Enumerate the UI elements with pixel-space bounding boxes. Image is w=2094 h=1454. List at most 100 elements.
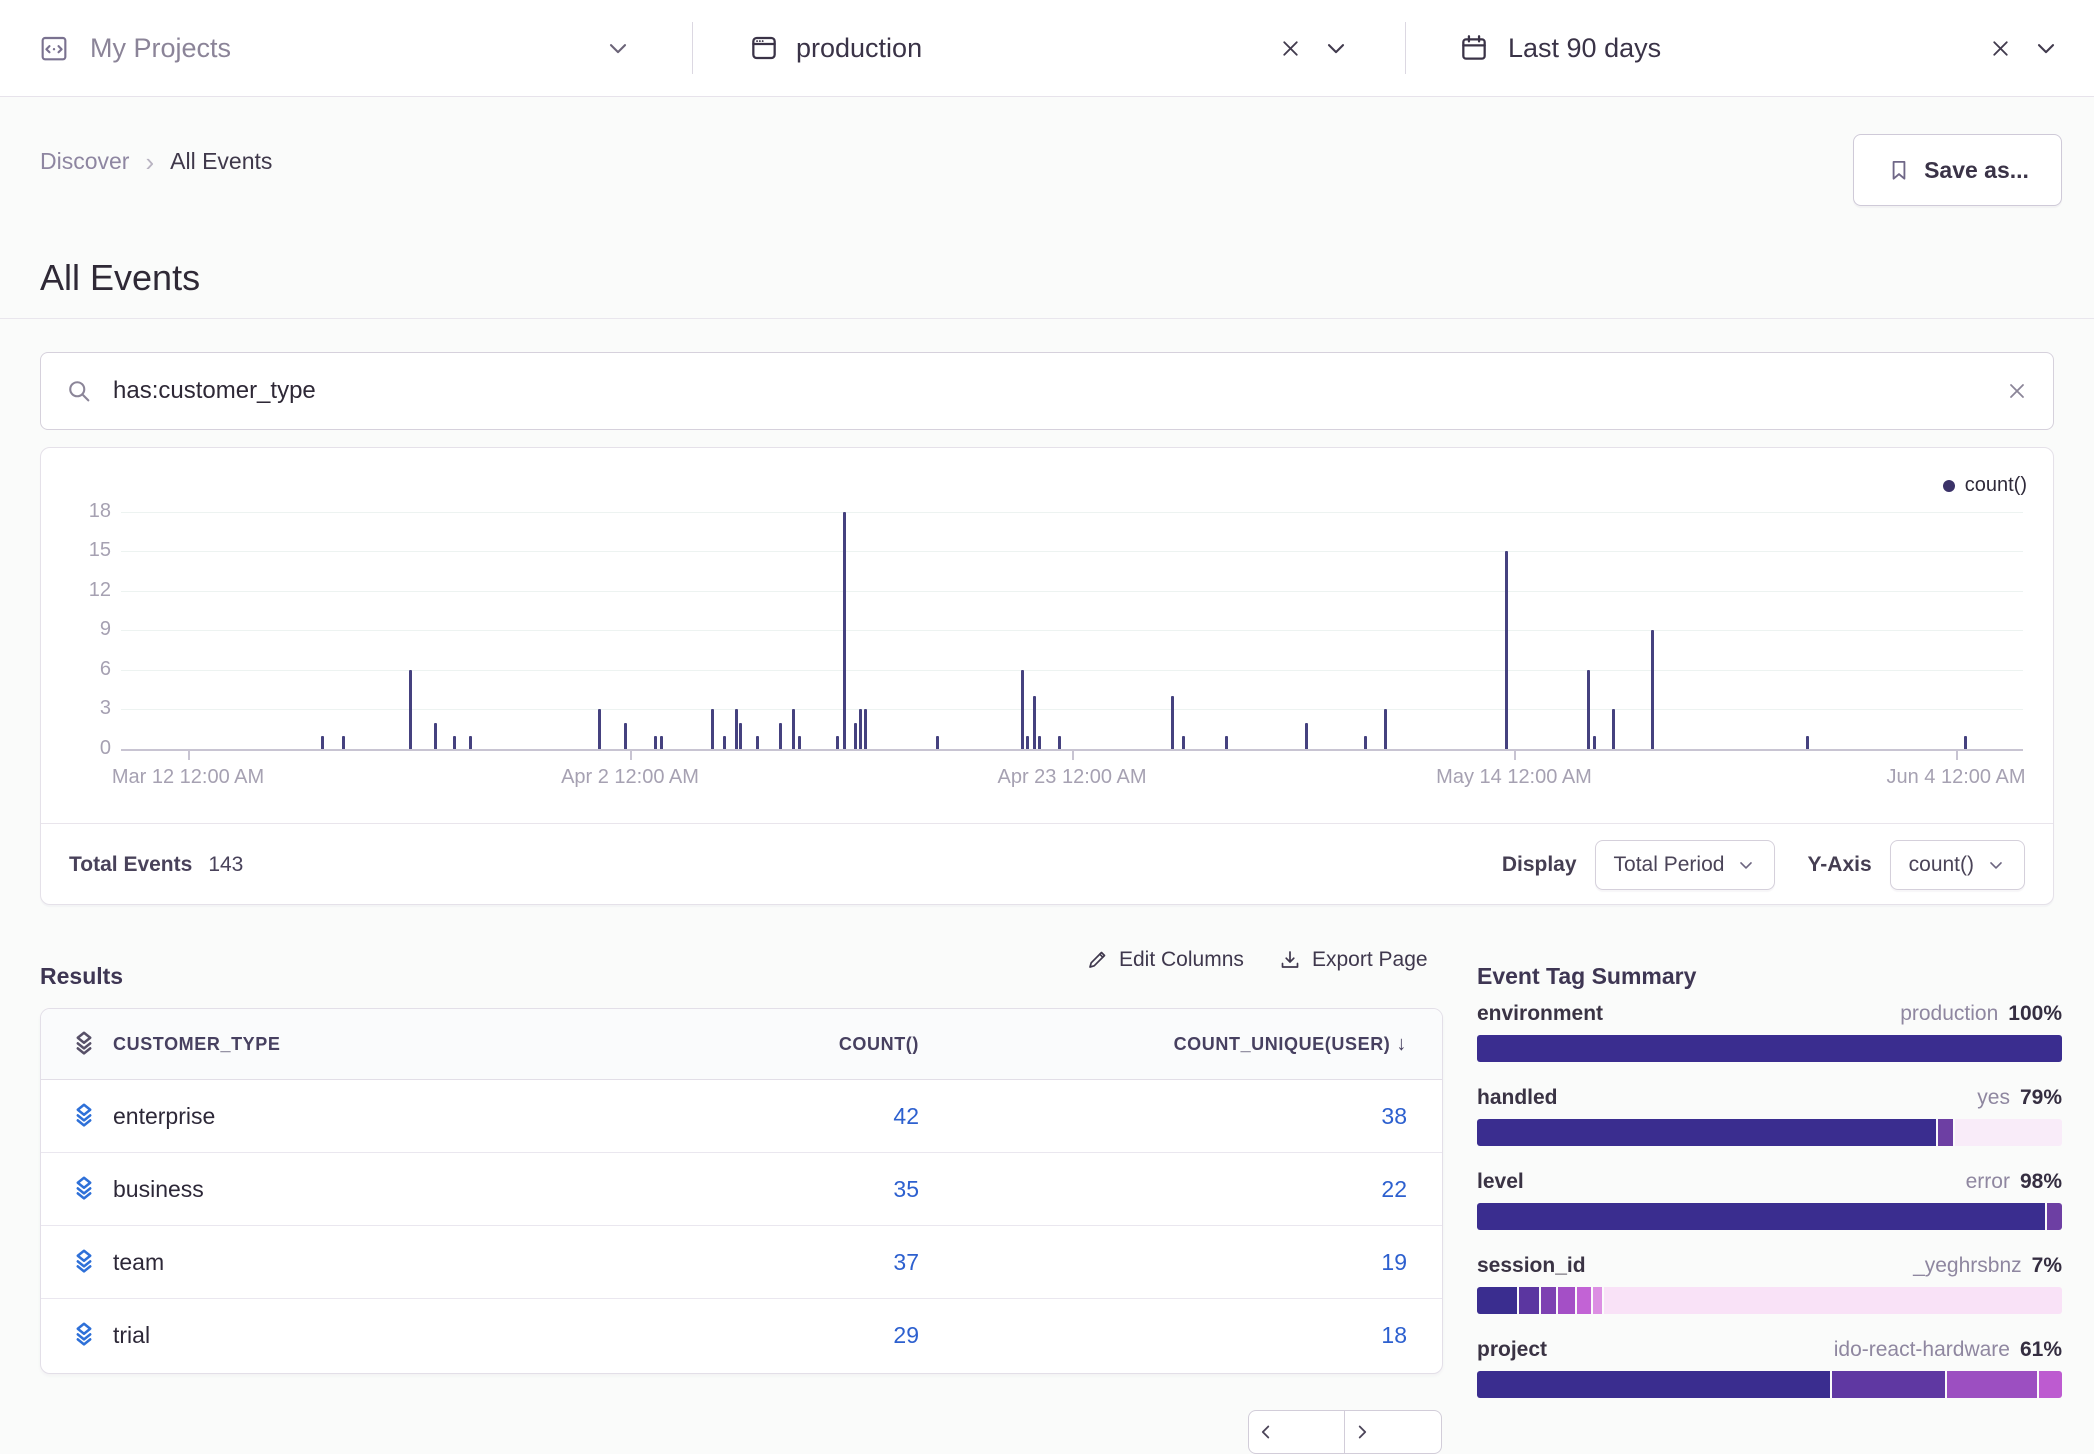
chart-spike	[1038, 736, 1041, 749]
table-row[interactable]: business3522	[41, 1152, 1442, 1225]
top-filter-bar: My Projects production Last 90 days	[0, 0, 2094, 97]
chart-spike	[1364, 736, 1367, 749]
column-header-customer-type[interactable]: CUSTOMER_TYPE	[113, 1034, 619, 1055]
chart-spike	[792, 709, 795, 749]
pagination-previous-button[interactable]	[1248, 1410, 1345, 1454]
chart-spike	[756, 736, 759, 749]
tag-summary-row: levelerror98%	[1477, 1170, 2062, 1230]
chart-spike	[1021, 670, 1024, 749]
tag-distribution-bar[interactable]	[1477, 1371, 2062, 1398]
tag-distribution-bar[interactable]	[1477, 1119, 2062, 1146]
tag-bar-segment	[1955, 1119, 2062, 1146]
x-axis-tick-label: May 14 12:00 AM	[1354, 766, 1674, 789]
x-axis-tick	[1072, 751, 1074, 760]
customer-type-value: business	[113, 1176, 619, 1203]
count-value-link[interactable]: 37	[619, 1249, 919, 1276]
chart-spike	[779, 723, 782, 749]
project-filter-label[interactable]: My Projects	[90, 0, 231, 96]
edit-columns-label: Edit Columns	[1119, 948, 1244, 972]
count-unique-user-value-link[interactable]: 19	[919, 1249, 1442, 1276]
chart-gridline	[121, 670, 2023, 671]
tag-bar-segment	[2047, 1203, 2062, 1230]
chart-plot-area[interactable]: count() 0369121518Mar 12 12:00 AMApr 2 1…	[41, 448, 2053, 823]
count-unique-user-value-link[interactable]: 22	[919, 1176, 1442, 1203]
count-value-link[interactable]: 35	[619, 1176, 919, 1203]
date-filter-label[interactable]: Last 90 days	[1508, 0, 1661, 96]
tag-top-value: error98%	[1966, 1170, 2062, 1194]
chart-gridline	[121, 512, 2023, 513]
tag-distribution-bar[interactable]	[1477, 1203, 2062, 1230]
stack-icon	[41, 1101, 113, 1131]
tag-distribution-bar[interactable]	[1477, 1035, 2062, 1062]
tag-summary-row: session_id_yeghrsbnz7%	[1477, 1254, 2062, 1314]
tag-name: project	[1477, 1338, 1547, 1362]
y-axis-dropdown[interactable]: count()	[1890, 840, 2025, 890]
count-value-link[interactable]: 42	[619, 1103, 919, 1130]
chart-spike	[469, 736, 472, 749]
y-axis-tick-label: 12	[51, 579, 111, 602]
bookmark-icon	[1886, 157, 1912, 183]
environment-filter-label[interactable]: production	[796, 0, 922, 96]
search-query-input[interactable]: has:customer_type	[113, 377, 1985, 405]
chart-spike	[1612, 709, 1615, 749]
table-row[interactable]: team3719	[41, 1225, 1442, 1298]
x-axis-tick-label: Mar 12 12:00 AM	[28, 766, 348, 789]
export-page-label: Export Page	[1312, 948, 1428, 972]
chart-spike	[1384, 709, 1387, 749]
pagination-next-button[interactable]	[1345, 1410, 1442, 1454]
results-table: CUSTOMER_TYPE COUNT() COUNT_UNIQUE(USER)…	[40, 1008, 1443, 1374]
chart-spike	[453, 736, 456, 749]
chart-spike	[1182, 736, 1185, 749]
tag-row-header: session_id_yeghrsbnz7%	[1477, 1254, 2062, 1278]
environment-clear-icon[interactable]	[1278, 36, 1303, 61]
chart-spike	[859, 709, 862, 749]
results-table-header: CUSTOMER_TYPE COUNT() COUNT_UNIQUE(USER)…	[41, 1009, 1442, 1080]
tag-distribution-bar[interactable]	[1477, 1287, 2062, 1314]
topbar-divider	[1405, 22, 1406, 74]
chart-spike	[836, 736, 839, 749]
date-clear-icon[interactable]	[1988, 36, 2013, 61]
chart-spike	[854, 723, 857, 749]
tag-summary-row: project ido-react-hardware 61%	[1477, 1338, 2062, 1398]
breadcrumb-discover-link[interactable]: Discover	[40, 148, 129, 175]
environment-chevron-down-icon[interactable]	[1322, 34, 1350, 62]
tag-top-value-label: yes	[1977, 1086, 2010, 1110]
count-unique-user-value-link[interactable]: 18	[919, 1322, 1442, 1349]
chart-spike	[660, 736, 663, 749]
table-row[interactable]: trial2918	[41, 1298, 1442, 1371]
tag-bar-segment	[1938, 1119, 1953, 1146]
tag-bar-segment	[1558, 1287, 1575, 1314]
save-as-button[interactable]: Save as...	[1853, 134, 2062, 206]
project-filter-chevron-down-icon[interactable]	[604, 34, 632, 62]
tag-top-value-label: ido-react-hardware	[1834, 1338, 2010, 1362]
display-dropdown[interactable]: Total Period	[1595, 840, 1776, 890]
tag-bar-segment	[1477, 1035, 2062, 1062]
chart-legend[interactable]: count()	[1943, 474, 2027, 497]
count-unique-user-value-link[interactable]: 38	[919, 1103, 1442, 1130]
display-dropdown-value: Total Period	[1614, 853, 1725, 877]
download-icon	[1278, 948, 1302, 972]
chart-gridline	[121, 709, 2023, 710]
tag-top-value-percent: 61%	[2020, 1338, 2062, 1362]
column-header-count-unique-user[interactable]: COUNT_UNIQUE(USER)↓	[919, 1033, 1442, 1056]
tag-bar-segment	[1477, 1203, 2045, 1230]
chart-spike	[1964, 736, 1967, 749]
stack-icon	[41, 1029, 113, 1059]
x-axis-tick	[630, 751, 632, 760]
column-header-count[interactable]: COUNT()	[619, 1034, 919, 1055]
chart-spike	[321, 736, 324, 749]
tag-bar-segment	[2039, 1371, 2062, 1398]
count-value-link[interactable]: 29	[619, 1322, 919, 1349]
export-page-button[interactable]: Export Page	[1278, 948, 1428, 972]
date-chevron-down-icon[interactable]	[2032, 34, 2060, 62]
tag-bar-segment	[1541, 1287, 1555, 1314]
tag-top-value-percent: 7%	[2032, 1254, 2062, 1278]
edit-columns-button[interactable]: Edit Columns	[1085, 948, 1244, 972]
tag-top-value-label: _yeghrsbnz	[1913, 1254, 2022, 1278]
sort-descending-icon: ↓	[1396, 1033, 1407, 1055]
search-bar[interactable]: has:customer_type	[40, 352, 2054, 430]
search-clear-icon[interactable]	[2005, 379, 2029, 403]
table-row[interactable]: enterprise4238	[41, 1080, 1442, 1152]
tag-summary-row: environmentproduction100%	[1477, 1002, 2062, 1062]
tag-top-value-label: error	[1966, 1170, 2010, 1194]
